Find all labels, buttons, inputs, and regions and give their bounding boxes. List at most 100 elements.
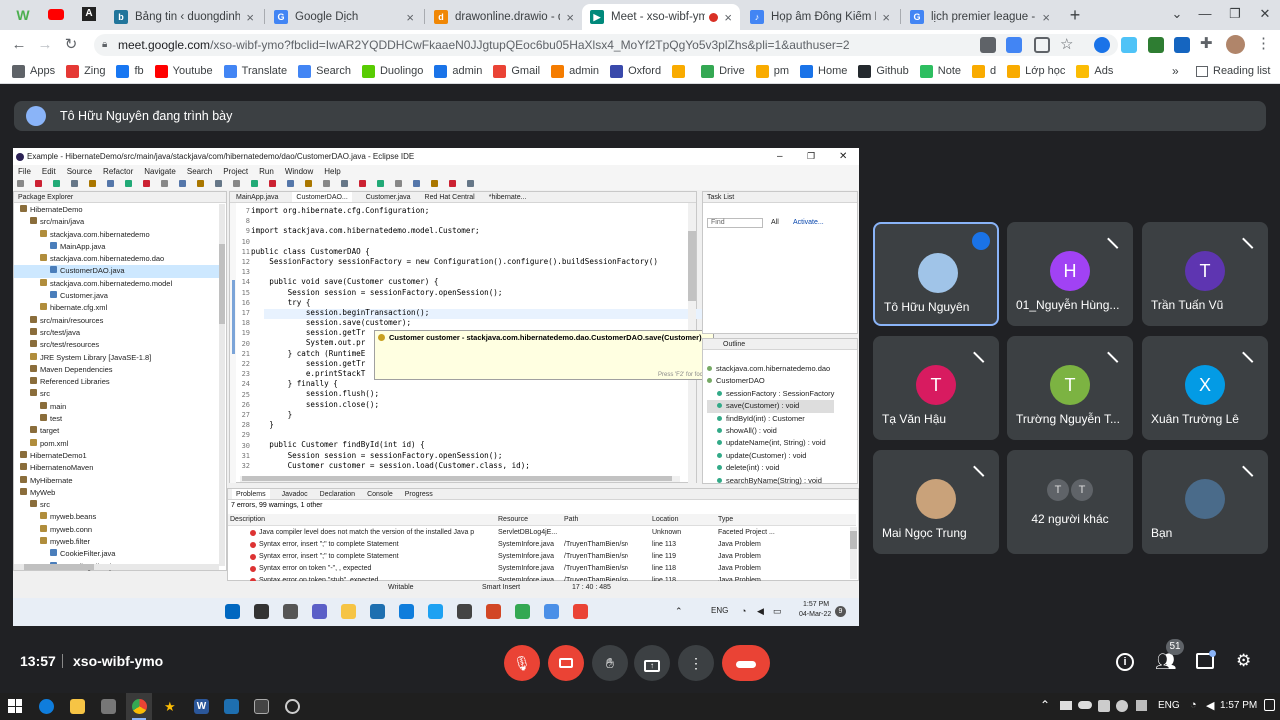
- bookmark-17[interactable]: d: [972, 64, 996, 78]
- eclipse-tool-icon[interactable]: [71, 180, 78, 187]
- obs-icon[interactable]: [285, 699, 300, 714]
- close-icon[interactable]: ×: [566, 10, 574, 25]
- eclipse-tool-icon[interactable]: [125, 180, 132, 187]
- eclipse-tool-icon[interactable]: [341, 180, 348, 187]
- problem-column-header[interactable]: Location: [652, 514, 678, 526]
- tree-item[interactable]: stackjava.com.hibernatedemo.model: [14, 278, 219, 290]
- bookmark-13[interactable]: pm: [755, 64, 789, 78]
- eclipse-tool-icon[interactable]: [305, 180, 312, 187]
- extension-3-icon[interactable]: [1148, 37, 1164, 53]
- tray-app-icon[interactable]: [1060, 701, 1072, 710]
- code-line[interactable]: }: [251, 420, 658, 430]
- task-find-input[interactable]: Find: [707, 218, 763, 228]
- tab-0[interactable]: b Bảng tin ‹ duongdinh24 ×: [106, 4, 262, 30]
- raise-hand-button[interactable]: ✋︎: [592, 645, 628, 681]
- bookmarks-overflow-button[interactable]: »: [1172, 64, 1179, 78]
- tree-item[interactable]: HibernatenoMaven: [14, 462, 219, 474]
- editor-tab-0[interactable]: MainApp.java: [236, 192, 278, 202]
- tree-item[interactable]: CookieFilter.java: [14, 548, 219, 560]
- participant-tile[interactable]: X Xuân Trường Lê: [1142, 336, 1268, 440]
- tab-3-active[interactable]: ▶ Meet - xso-wibf-ymo ×: [582, 4, 740, 30]
- volume-icon[interactable]: ◀: [1206, 699, 1214, 712]
- tab-1[interactable]: G Google Dịch ×: [266, 4, 422, 30]
- tree-item[interactable]: Customer.java: [14, 290, 219, 302]
- code-line[interactable]: Customer customer = session.load(Custome…: [251, 461, 658, 471]
- problem-row[interactable]: Syntax error, insert ";" to complete Sta…: [228, 539, 856, 551]
- package-explorer-title[interactable]: Package Explorer: [18, 194, 73, 201]
- outline-item[interactable]: searchByName(String) : void: [707, 475, 834, 487]
- eclipse-menu-7[interactable]: Run: [259, 167, 274, 176]
- camera-icon[interactable]: [980, 37, 996, 53]
- reading-list-button[interactable]: Reading list: [1196, 59, 1270, 83]
- participant-tile[interactable]: Tô Hữu Nguyên: [873, 222, 999, 326]
- problems-scrollbar[interactable]: [850, 527, 857, 579]
- tree-item[interactable]: stackjava.com.hibernatedemo.dao: [14, 253, 219, 265]
- new-tab-button[interactable]: +: [1064, 4, 1086, 26]
- outline-item[interactable]: sessionFactory : SessionFactory: [707, 388, 834, 400]
- more-options-button[interactable]: ⋮: [678, 645, 714, 681]
- bottom-tab-1[interactable]: Javadoc: [282, 489, 308, 499]
- code-line[interactable]: [251, 216, 658, 226]
- bottom-tab-2[interactable]: Declaration: [320, 489, 355, 499]
- eclipse-tool-icon[interactable]: [35, 180, 42, 187]
- eclipse-tool-icon[interactable]: [431, 180, 438, 187]
- tree-item[interactable]: HibernateDemo1: [14, 450, 219, 462]
- tab-2[interactable]: d drawonline.drawio - diagrams ×: [426, 4, 582, 30]
- outline-item[interactable]: delete(int) : void: [707, 462, 834, 474]
- tree-item[interactable]: src/test/resources: [14, 339, 219, 351]
- outline-title[interactable]: Outline: [723, 341, 745, 348]
- tree-item[interactable]: src: [14, 388, 219, 400]
- eclipse-menu-2[interactable]: Source: [67, 167, 92, 176]
- bookmark-15[interactable]: Github: [858, 64, 909, 78]
- problem-column-header[interactable]: Path: [564, 514, 578, 526]
- eclipse-close-button[interactable]: ✕: [839, 148, 847, 165]
- tab-4[interactable]: ♪ Họp âm Đông Kiếm Em ×: [742, 4, 898, 30]
- tree-item[interactable]: src/main/java: [14, 216, 219, 228]
- eclipse-menu-1[interactable]: Edit: [42, 167, 56, 176]
- maximize-button[interactable]: ❐: [1220, 2, 1250, 26]
- tray-app4-icon[interactable]: [1136, 700, 1147, 711]
- eclipse-menu-9[interactable]: Help: [324, 167, 340, 176]
- eclipse-tool-icon[interactable]: [269, 180, 276, 187]
- close-icon[interactable]: ×: [406, 10, 414, 25]
- people-icon[interactable]: 👥︎: [1155, 652, 1177, 672]
- bookmark-11[interactable]: [672, 64, 690, 78]
- tree-item[interactable]: Maven Dependencies: [14, 364, 219, 376]
- address-bar[interactable]: 🔒︎ meet.google.com/xso-wibf-ymo?fbclid=I…: [94, 34, 1118, 56]
- code-line[interactable]: session.save(customer);: [251, 318, 658, 328]
- code-line[interactable]: public void save(Customer customer) {: [251, 277, 658, 287]
- bookmark-16[interactable]: Note: [919, 64, 961, 78]
- task-list-title[interactable]: Task List: [707, 194, 734, 201]
- code-line[interactable]: public Customer findById(int id) {: [251, 440, 658, 450]
- bookmark-1[interactable]: Zing: [66, 64, 105, 78]
- code-line[interactable]: [251, 237, 658, 247]
- back-button[interactable]: ←: [8, 34, 30, 56]
- tree-item[interactable]: Referenced Libraries: [14, 376, 219, 388]
- meeting-details-icon[interactable]: i: [1116, 653, 1134, 671]
- code-line[interactable]: [251, 430, 658, 440]
- code-line[interactable]: Session session = sessionFactory.openSes…: [251, 451, 658, 461]
- participant-tile[interactable]: Bạn: [1142, 450, 1268, 554]
- eclipse-tool-icon[interactable]: [377, 180, 384, 187]
- eclipse-tool-icon[interactable]: [197, 180, 204, 187]
- mic-off-button[interactable]: 🎙︎: [504, 645, 540, 681]
- code-line[interactable]: try {: [251, 298, 658, 308]
- package-explorer-scrollbar[interactable]: [219, 204, 225, 566]
- eclipse-tool-icon[interactable]: [449, 180, 456, 187]
- browser-menu-w-icon[interactable]: W: [14, 6, 32, 24]
- bookmark-5[interactable]: Search: [298, 64, 351, 78]
- extension-4-icon[interactable]: [1174, 37, 1190, 53]
- code-line[interactable]: import stackjava.com.hibernatedemo.model…: [251, 226, 658, 236]
- problem-row[interactable]: Syntax error on token "stub", expected Sy…: [228, 575, 856, 581]
- chrome-menu-icon[interactable]: ⋮: [1256, 34, 1271, 52]
- eclipse-menu-3[interactable]: Refactor: [103, 167, 133, 176]
- code-line[interactable]: session.close();: [251, 400, 658, 410]
- tree-item[interactable]: test: [14, 413, 219, 425]
- problem-column-header[interactable]: Description: [230, 514, 265, 526]
- tree-item[interactable]: main: [14, 401, 219, 413]
- eclipse-tool-icon[interactable]: [161, 180, 168, 187]
- notifications-icon[interactable]: [1264, 699, 1275, 711]
- eclipse-tool-icon[interactable]: [107, 180, 114, 187]
- bookmark-4[interactable]: Translate: [223, 64, 287, 78]
- eclipse-tool-icon[interactable]: [179, 180, 186, 187]
